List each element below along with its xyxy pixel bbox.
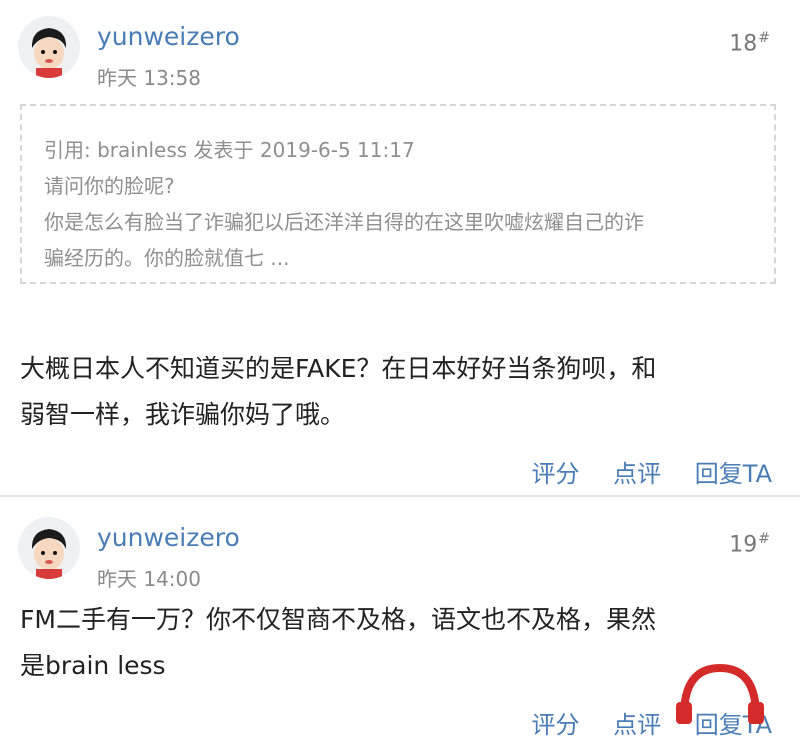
post-actions: 评分 点评 回复TA — [506, 454, 773, 489]
comment-button[interactable]: 点评 — [613, 460, 661, 488]
floor-number: 18# — [729, 30, 770, 56]
reply-button[interactable]: 回复TA — [695, 460, 772, 488]
watermark-logo — [670, 660, 770, 726]
post-body-line: FM二手有一万？你不仅智商不及格，语文也不及格，果然 — [20, 605, 656, 634]
post-time: 昨天 14:00 — [97, 567, 201, 591]
avatar[interactable] — [18, 16, 80, 78]
post-body-line: 大概日本人不知道买的是FAKE？在日本好好当条狗呗，和 — [20, 354, 657, 383]
quote-line: 骗经历的。你的脸就值七 ... — [44, 246, 290, 270]
quote-line: 请问你的脸呢? — [44, 174, 175, 198]
rate-button[interactable]: 评分 — [532, 460, 580, 488]
floor-number: 19# — [729, 531, 770, 557]
username[interactable]: yunweizero — [97, 22, 240, 51]
post-body: FM二手有一万？你不仅智商不及格，语文也不及格，果然 是brain less — [20, 597, 656, 689]
post-body-line: 是brain less — [20, 651, 166, 680]
avatar[interactable] — [18, 517, 80, 579]
floor-hash: # — [758, 30, 770, 46]
cartoon-boy-avatar-icon — [31, 529, 67, 579]
comment-button[interactable]: 点评 — [613, 711, 661, 739]
floor-number-value: 18 — [729, 31, 758, 57]
quote-header: 引用: brainless 发表于 2019-6-5 11:17 — [44, 138, 415, 162]
headphones-logo-icon — [676, 663, 764, 724]
quote-block: 引用: brainless 发表于 2019-6-5 11:17 请问你的脸呢?… — [20, 104, 776, 284]
floor-number-value: 19 — [729, 532, 758, 558]
post-time: 昨天 13:58 — [97, 66, 201, 90]
post-floor-18: yunweizero 昨天 13:58 18# 引用: brainless 发表… — [0, 0, 800, 496]
post-body: 大概日本人不知道买的是FAKE？在日本好好当条狗呗，和 弱智一样，我诈骗你妈了哦… — [20, 346, 656, 438]
floor-hash: # — [758, 531, 770, 547]
post-body-line: 弱智一样，我诈骗你妈了哦。 — [20, 400, 346, 429]
rate-button[interactable]: 评分 — [532, 711, 580, 739]
username[interactable]: yunweizero — [97, 523, 240, 552]
quote-line: 你是怎么有脸当了诈骗犯以后还洋洋自得的在这里吹嘘炫耀自己的诈 — [44, 210, 644, 234]
cartoon-boy-avatar-icon — [31, 28, 67, 78]
